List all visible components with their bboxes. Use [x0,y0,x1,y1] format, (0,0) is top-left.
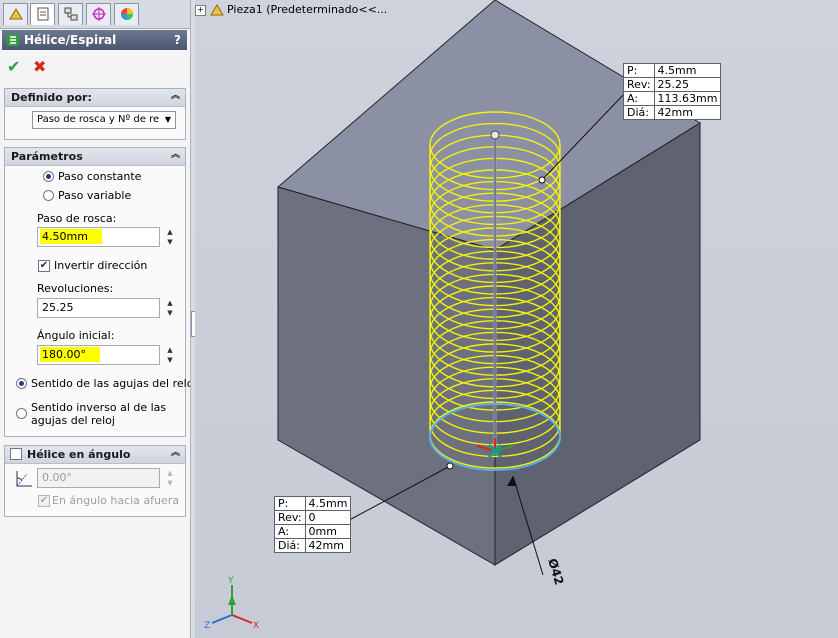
display-manager-icon [120,8,133,20]
callout-value[interactable]: 42mm [304,538,352,553]
callout-key: P: [274,496,306,511]
counterclockwise-label-2: agujas del reloj [31,414,115,427]
callout-value[interactable]: 0 [304,510,352,525]
callout-row: P: 4.5mm [274,496,352,511]
property-manager-header: Hélice/Espiral ? [2,30,187,50]
callout-key: A: [623,91,655,106]
start-angle-label: Ángulo inicial: [37,329,115,342]
view-triad: Y X Z [204,576,259,631]
callout-value[interactable]: 4.5mm [304,496,352,511]
configuration-manager-icon [64,7,77,21]
callout-key: Diá: [623,105,655,120]
expand-plus-icon[interactable]: + [195,4,206,16]
tab-configuration-manager[interactable] [58,3,83,25]
help-button[interactable]: ? [174,30,181,50]
triad-z-label: Z [204,621,210,631]
taper-checkbox[interactable] [10,448,22,460]
part-icon [210,4,224,16]
part-configuration: (Predeterminado<<... [266,3,388,16]
dimxpert-icon [91,7,106,21]
tab-property-manager[interactable] [30,3,55,25]
pitch-spinner[interactable]: ▲ ▼ [164,227,176,247]
callout-value[interactable]: 113.63mm [653,91,722,106]
collapse-chevron-icon[interactable]: ︽ [170,151,181,162]
defined-by-select[interactable]: Paso de rosca y Nº de re ▼ [32,111,176,129]
collapse-chevron-icon[interactable]: ︽ [170,449,181,460]
callout-row: A: 113.63mm [623,91,722,106]
dropdown-arrow-icon[interactable]: ▼ [163,114,173,126]
taper-angle-input[interactable]: 0.00° [37,468,160,488]
revolutions-input[interactable]: 25.25 [37,298,160,318]
reverse-direction-label: Invertir dirección [54,259,148,272]
graphics-area[interactable]: Ø42 Y X Z P: 4.5mm Rev: 25.25 A: 113.63mm D… [195,0,838,638]
pitch-value: 4.50mm [40,229,102,244]
callout-row: P: 4.5mm [623,63,722,78]
diameter-dimension[interactable]: Ø42 [545,557,566,587]
revolutions-spinner[interactable]: ▲ ▼ [164,298,176,318]
parameters-title-label: Parámetros [11,150,83,163]
cancel-button[interactable]: ✖ [33,57,46,76]
callout-value[interactable]: 25.25 [653,77,722,92]
callout-key: A: [274,524,306,539]
constant-pitch-label: Paso constante [58,170,142,183]
constant-pitch-radio[interactable] [43,171,54,182]
callout-row: Diá: 42mm [274,538,352,553]
reverse-direction-checkbox[interactable]: ✔ [38,260,50,272]
tab-dimxpert[interactable] [86,3,111,25]
parameters-title[interactable]: Parámetros ︽ [5,148,185,166]
callout-key: Rev: [274,510,306,525]
clockwise-label: Sentido de las agujas del reloj [31,377,197,390]
clockwise-radio[interactable] [16,378,27,389]
revolutions-value: 25.25 [42,301,74,314]
callout-key: P: [623,63,655,78]
counterclockwise-label-1: Sentido inverso al de las [31,401,167,414]
start-angle-input[interactable]: 180.00° [37,345,160,365]
taper-angle-value: 0.00° [42,471,72,484]
helix-feature-icon [7,34,19,46]
axis-top-handle[interactable] [490,130,500,140]
taper-outward-label: En ángulo hacia afuera [52,494,180,507]
start-angle-value: 180.00° [40,347,100,362]
helix-end-callout[interactable]: P: 4.5mm Rev: 25.25 A: 113.63mm Diá: 42mm [623,63,722,120]
callout-value[interactable]: 0mm [304,524,352,539]
callout-key: Rev: [623,77,655,92]
triad-y-label: Y [227,576,234,586]
defined-by-selected: Paso de rosca y Nº de re [37,114,160,125]
helix-start-callout[interactable]: P: 4.5mm Rev: 0 A: 0mm Diá: 42mm [274,496,352,553]
variable-pitch-label: Paso variable [58,189,132,202]
taper-title[interactable]: Hélice en ángulo ︽ [5,446,185,464]
defined-by-title-label: Definido por: [11,91,92,104]
property-manager-title: Hélice/Espiral [24,33,117,47]
callout-value[interactable]: 42mm [653,105,722,120]
taper-outward-checkbox[interactable]: ✔ [38,495,50,507]
counterclockwise-radio[interactable] [16,408,27,419]
taper-angle-spinner[interactable]: ▲ ▼ [164,468,176,488]
property-manager-panel: Hélice/Espiral ? ✔ ✖ Definido por: ︽ Pas… [0,0,196,638]
tab-display-manager[interactable] [114,3,139,25]
callout-row: Rev: 25.25 [623,77,722,92]
manager-tabs [0,0,190,29]
callout-row: Diá: 42mm [623,105,722,120]
feature-manager-icon [8,8,23,20]
tab-feature-manager[interactable] [3,3,28,25]
variable-pitch-radio[interactable] [43,190,54,201]
collapse-chevron-icon[interactable]: ︽ [170,92,181,103]
pitch-input[interactable]: 4.50mm [37,227,160,247]
part-name: Pieza1 [227,3,263,16]
pitch-label: Paso de rosca: [37,212,117,225]
defined-by-title[interactable]: Definido por: ︽ [5,89,185,107]
callout-row: Rev: 0 [274,510,352,525]
start-angle-spinner[interactable]: ▲ ▼ [164,345,176,365]
taper-title-label: Hélice en ángulo [27,448,131,461]
flyout-tree-root[interactable]: + Pieza1 (Predeterminado<<... [195,2,387,18]
triad-x-label: X [253,621,259,631]
callout-key: Diá: [274,538,306,553]
callout-value[interactable]: 4.5mm [653,63,722,78]
taper-angle-icon [16,471,32,487]
callout-row: A: 0mm [274,524,352,539]
ok-button[interactable]: ✔ [7,57,20,76]
property-manager-icon [37,7,48,21]
revolutions-label: Revoluciones: [37,282,114,295]
